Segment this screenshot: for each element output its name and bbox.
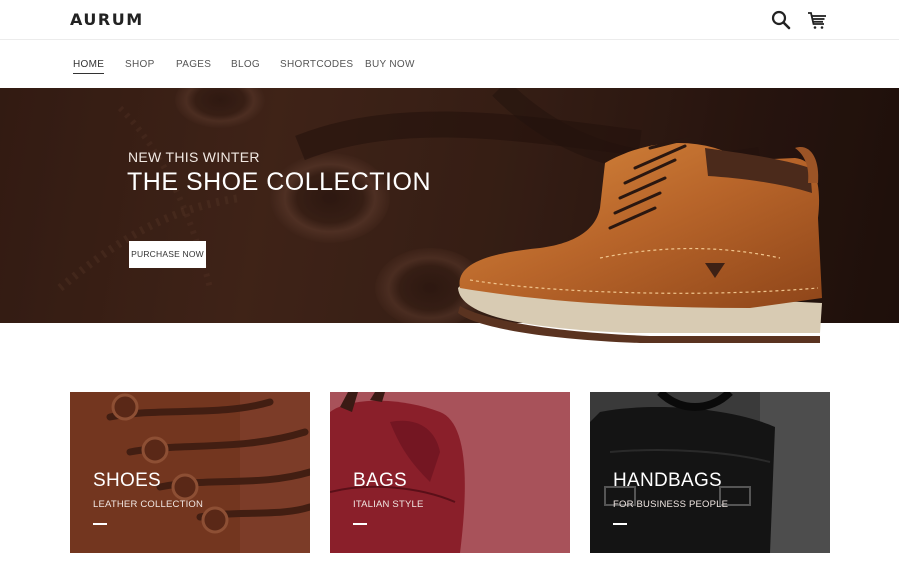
card-subtitle: LEATHER COLLECTION: [93, 499, 204, 510]
card-title: HANDBAGS: [613, 470, 723, 491]
main-nav: HOME SHOP PAGES BLOG SHORTCODES BUY NOW: [0, 41, 899, 88]
nav-item-home[interactable]: HOME: [73, 59, 105, 74]
cart-icon[interactable]: [806, 9, 828, 31]
category-card-bags[interactable]: BAGS ITALIAN STYLE: [330, 392, 570, 553]
category-card-shoes[interactable]: SHOES LEATHER COLLECTION: [70, 392, 310, 553]
card-divider: [613, 523, 627, 525]
nav-item-buy-now[interactable]: BUY NOW: [365, 59, 415, 70]
purchase-now-button[interactable]: PURCHASE NOW: [129, 241, 206, 268]
card-title: BAGS: [353, 470, 407, 491]
hero-title: THE SHOE COLLECTION: [127, 168, 431, 196]
card-subtitle: ITALIAN STYLE: [353, 499, 424, 510]
nav-item-shop[interactable]: SHOP: [125, 59, 155, 70]
search-icon[interactable]: [770, 9, 792, 31]
card-divider: [93, 523, 107, 525]
nav-item-shortcodes[interactable]: SHORTCODES: [280, 59, 353, 70]
hero-kicker: NEW THIS WINTER: [128, 149, 260, 165]
logo[interactable]: AURUM: [70, 10, 144, 29]
nav-item-pages[interactable]: PAGES: [176, 59, 211, 70]
nav-item-blog[interactable]: BLOG: [231, 59, 260, 70]
card-title: SHOES: [93, 470, 162, 491]
boot-image: [458, 138, 822, 343]
card-divider: [353, 523, 367, 525]
header-bar: AURUM: [0, 0, 899, 40]
card-subtitle: FOR BUSINESS PEOPLE: [613, 499, 729, 510]
category-card-handbags[interactable]: HANDBAGS FOR BUSINESS PEOPLE: [590, 392, 830, 553]
